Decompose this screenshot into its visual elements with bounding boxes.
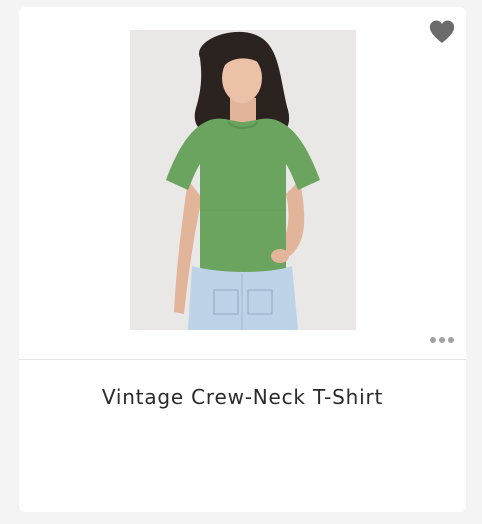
product-photo-illustration xyxy=(130,30,356,330)
favorite-button[interactable] xyxy=(428,19,456,45)
product-card[interactable]: Vintage Crew-Neck T-Shirt xyxy=(19,7,466,512)
more-dots-icon xyxy=(439,337,445,343)
product-image[interactable] xyxy=(130,30,356,330)
more-dots-icon xyxy=(430,337,436,343)
divider xyxy=(19,359,466,360)
more-dots-icon xyxy=(448,337,454,343)
heart-icon xyxy=(429,20,455,43)
more-options-button[interactable] xyxy=(428,333,456,347)
product-title[interactable]: Vintage Crew-Neck T-Shirt xyxy=(19,385,466,409)
